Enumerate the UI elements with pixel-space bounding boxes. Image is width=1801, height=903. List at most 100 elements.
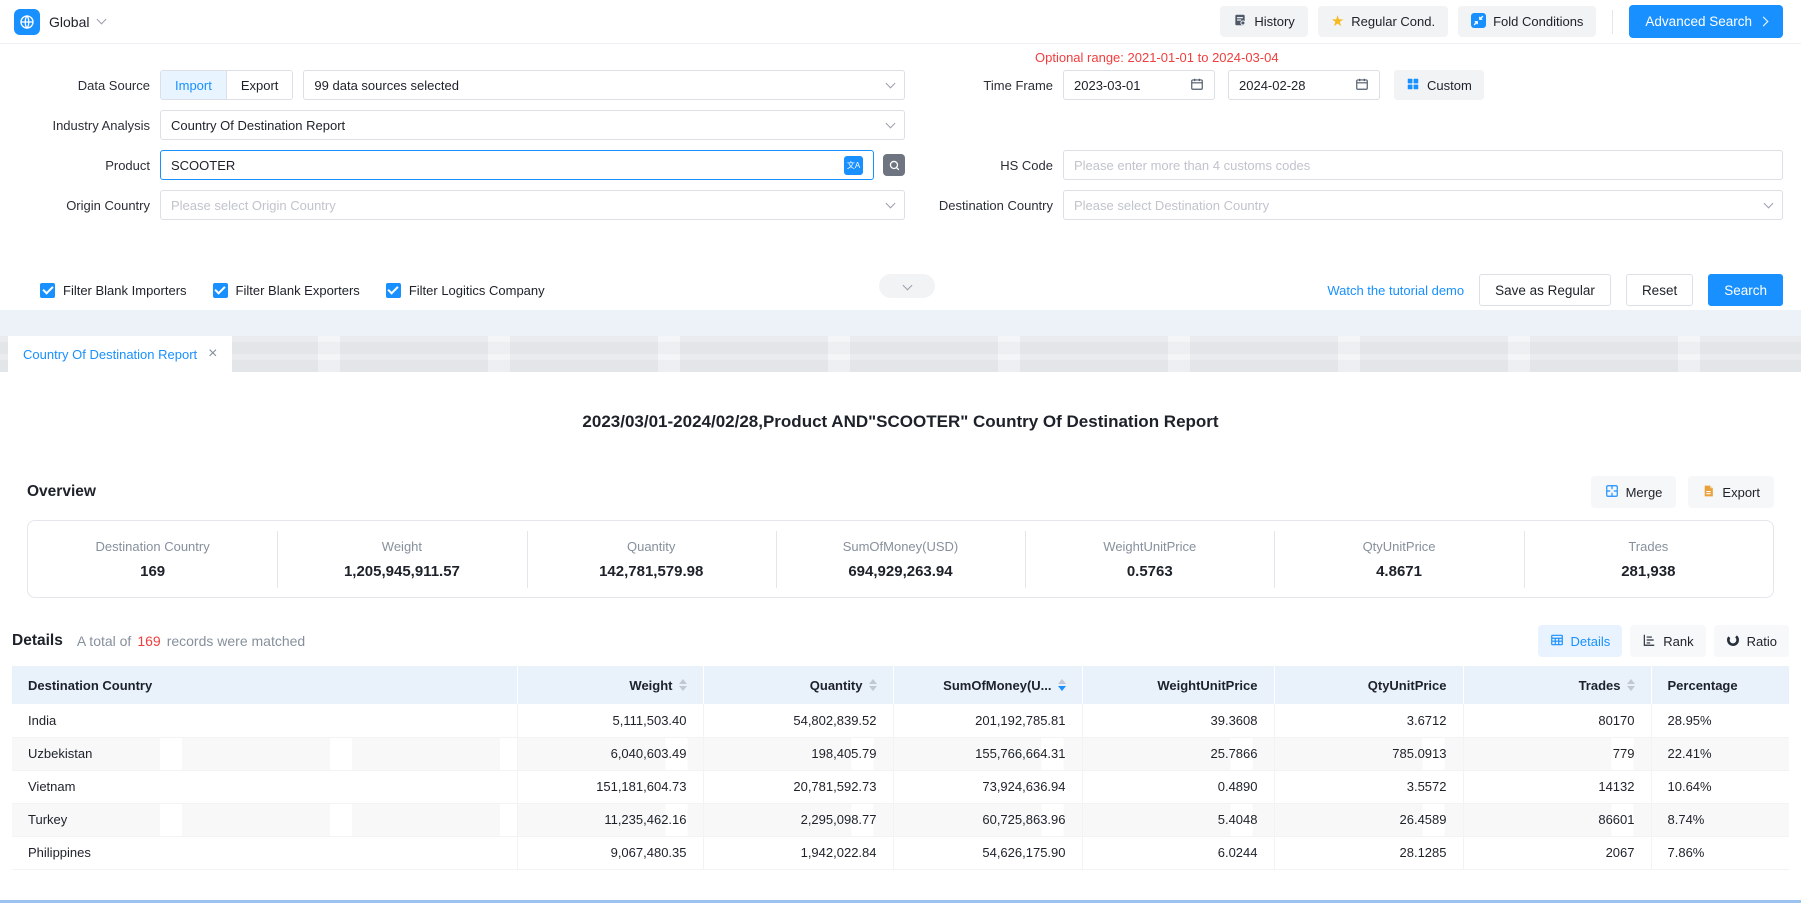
overview-stat: Weight 1,205,945,911.57 bbox=[277, 539, 526, 580]
table-cell: India bbox=[12, 704, 517, 737]
close-icon[interactable]: × bbox=[208, 346, 217, 362]
data-source-select[interactable]: 99 data sources selected bbox=[303, 70, 905, 100]
sort-icon[interactable] bbox=[1058, 679, 1066, 691]
stat-value: 281,938 bbox=[1524, 563, 1773, 580]
column-header: Quantity bbox=[703, 666, 893, 704]
fold-conditions-button[interactable]: Fold Conditions bbox=[1458, 6, 1596, 37]
time-frame-label: Time Frame bbox=[905, 78, 1063, 93]
overview-stat: SumOfMoney(USD)694,929,263.94 bbox=[776, 539, 1025, 580]
save-as-regular-button[interactable]: Save as Regular bbox=[1479, 274, 1611, 306]
stat-label: Weight bbox=[277, 539, 526, 554]
table-cell: 28.95% bbox=[1651, 704, 1789, 737]
column-header-inner: SumOfMoney(U... bbox=[910, 678, 1066, 693]
time-frame-end-input[interactable]: 2024-02-28 bbox=[1228, 70, 1380, 100]
chevron-down-icon bbox=[902, 280, 912, 290]
import-toggle[interactable]: Import bbox=[161, 71, 226, 99]
column-header-inner: Quantity bbox=[720, 678, 877, 693]
stat-label: QtyUnitPrice bbox=[1274, 539, 1523, 554]
checkbox-icon[interactable] bbox=[386, 283, 401, 298]
view-switcher: Details Rank Ratio bbox=[1538, 625, 1789, 657]
table-cell: 5,111,503.40 bbox=[517, 704, 703, 737]
view-button-ratio[interactable]: Ratio bbox=[1714, 625, 1789, 657]
table-cell: 39.3608 bbox=[1082, 704, 1274, 737]
filter-checkbox[interactable]: Filter Logitics Company bbox=[386, 283, 545, 298]
stat-label: WeightUnitPrice bbox=[1025, 539, 1274, 554]
stat-value: 169 bbox=[28, 563, 277, 580]
time-frame-start-input[interactable]: 2023-03-01 bbox=[1063, 70, 1215, 100]
origin-country-select[interactable]: Please select Origin Country bbox=[160, 190, 905, 220]
advanced-search-button[interactable]: Advanced Search bbox=[1629, 5, 1783, 38]
records-matched-text: A total of 169 records were matched bbox=[77, 633, 305, 649]
sort-icon[interactable] bbox=[679, 679, 687, 691]
checkbox-icon[interactable] bbox=[213, 283, 228, 298]
regular-cond-button[interactable]: ★ Regular Cond. bbox=[1318, 6, 1448, 37]
export-toggle[interactable]: Export bbox=[226, 71, 293, 99]
destination-country-placeholder: Please select Destination Country bbox=[1074, 198, 1269, 213]
custom-range-button[interactable]: Custom bbox=[1394, 70, 1484, 100]
checkbox-icon[interactable] bbox=[40, 283, 55, 298]
table-cell: 9,067,480.35 bbox=[517, 836, 703, 869]
chevron-down-icon bbox=[886, 198, 896, 208]
column-header: SumOfMoney(U... bbox=[893, 666, 1082, 704]
stat-value: 4.8671 bbox=[1274, 563, 1523, 580]
column-header-inner: WeightUnitPrice bbox=[1099, 678, 1258, 693]
image-search-icon[interactable] bbox=[883, 154, 905, 176]
hs-code-field bbox=[1063, 150, 1783, 180]
translate-icon[interactable]: 文A bbox=[844, 156, 863, 175]
filter-checkbox[interactable]: Filter Blank Importers bbox=[40, 283, 187, 298]
reset-button[interactable]: Reset bbox=[1626, 274, 1693, 306]
spacer-band bbox=[0, 310, 1801, 336]
export-button[interactable]: Export bbox=[1688, 476, 1774, 508]
industry-analysis-label: Industry Analysis bbox=[0, 118, 160, 133]
table-row[interactable]: India5,111,503.4054,802,839.52201,192,78… bbox=[12, 704, 1789, 737]
stat-label: Trades bbox=[1524, 539, 1773, 554]
stat-value: 142,781,579.98 bbox=[527, 563, 776, 580]
time-frame-end-value: 2024-02-28 bbox=[1239, 78, 1306, 93]
destination-country-select[interactable]: Please select Destination Country bbox=[1063, 190, 1783, 220]
tabbar: Country Of Destination Report × bbox=[0, 336, 1801, 372]
table-cell: 7.86% bbox=[1651, 836, 1789, 869]
merge-label: Merge bbox=[1626, 485, 1663, 500]
table-cell: 60,725,863.96 bbox=[893, 803, 1082, 836]
collapse-form-button[interactable] bbox=[879, 274, 935, 298]
column-label: Weight bbox=[629, 678, 672, 693]
column-label: Destination Country bbox=[28, 678, 152, 693]
column-label: Trades bbox=[1579, 678, 1621, 693]
filter-checkbox[interactable]: Filter Blank Exporters bbox=[213, 283, 360, 298]
product-input[interactable] bbox=[171, 158, 836, 173]
column-header-inner: QtyUnitPrice bbox=[1291, 678, 1447, 693]
view-label: Details bbox=[1571, 634, 1611, 649]
view-button-details[interactable]: Details bbox=[1538, 625, 1623, 657]
overview-stat: Quantity142,781,579.98 bbox=[527, 539, 776, 580]
column-label: Quantity bbox=[810, 678, 863, 693]
table-row[interactable]: Philippines9,067,480.351,942,022.8454,62… bbox=[12, 836, 1789, 869]
globe-icon bbox=[14, 9, 40, 35]
tutorial-link[interactable]: Watch the tutorial demo bbox=[1327, 283, 1464, 298]
column-header: WeightUnitPrice bbox=[1082, 666, 1274, 704]
ratio-icon bbox=[1726, 633, 1740, 650]
table-cell: 54,802,839.52 bbox=[703, 704, 893, 737]
sort-icon[interactable] bbox=[1627, 679, 1635, 691]
empty-row bbox=[905, 110, 1783, 140]
table-cell: 3.5572 bbox=[1274, 770, 1463, 803]
industry-analysis-select[interactable]: Country Of Destination Report bbox=[160, 110, 905, 140]
hs-code-input[interactable] bbox=[1074, 158, 1772, 173]
merge-button[interactable]: Merge bbox=[1591, 476, 1677, 508]
total-suffix: records were matched bbox=[167, 633, 306, 649]
table-row[interactable]: Uzbekistan6,040,603.49198,405.79155,766,… bbox=[12, 737, 1789, 770]
stat-value: 1,205,945,911.57 bbox=[277, 563, 526, 580]
search-button[interactable]: Search bbox=[1708, 274, 1783, 306]
overview-stat: WeightUnitPrice0.5763 bbox=[1025, 539, 1274, 580]
tab-country-of-destination-report[interactable]: Country Of Destination Report × bbox=[8, 336, 232, 372]
column-header: Weight bbox=[517, 666, 703, 704]
destination-country-label: Destination Country bbox=[905, 198, 1063, 213]
sort-icon[interactable] bbox=[869, 679, 877, 691]
table-row[interactable]: Turkey11,235,462.162,295,098.7760,725,86… bbox=[12, 803, 1789, 836]
region-switcher[interactable]: Global bbox=[14, 9, 105, 35]
report-content: 2023/03/01-2024/02/28,Product AND"SCOOTE… bbox=[0, 372, 1801, 903]
view-button-rank[interactable]: Rank bbox=[1630, 625, 1705, 657]
table-row[interactable]: Vietnam151,181,604.7320,781,592.7373,924… bbox=[12, 770, 1789, 803]
divider bbox=[1612, 10, 1613, 34]
topbar: Global History ★ Regular Cond. Fold Cond… bbox=[0, 0, 1801, 44]
history-button[interactable]: History bbox=[1220, 6, 1307, 37]
